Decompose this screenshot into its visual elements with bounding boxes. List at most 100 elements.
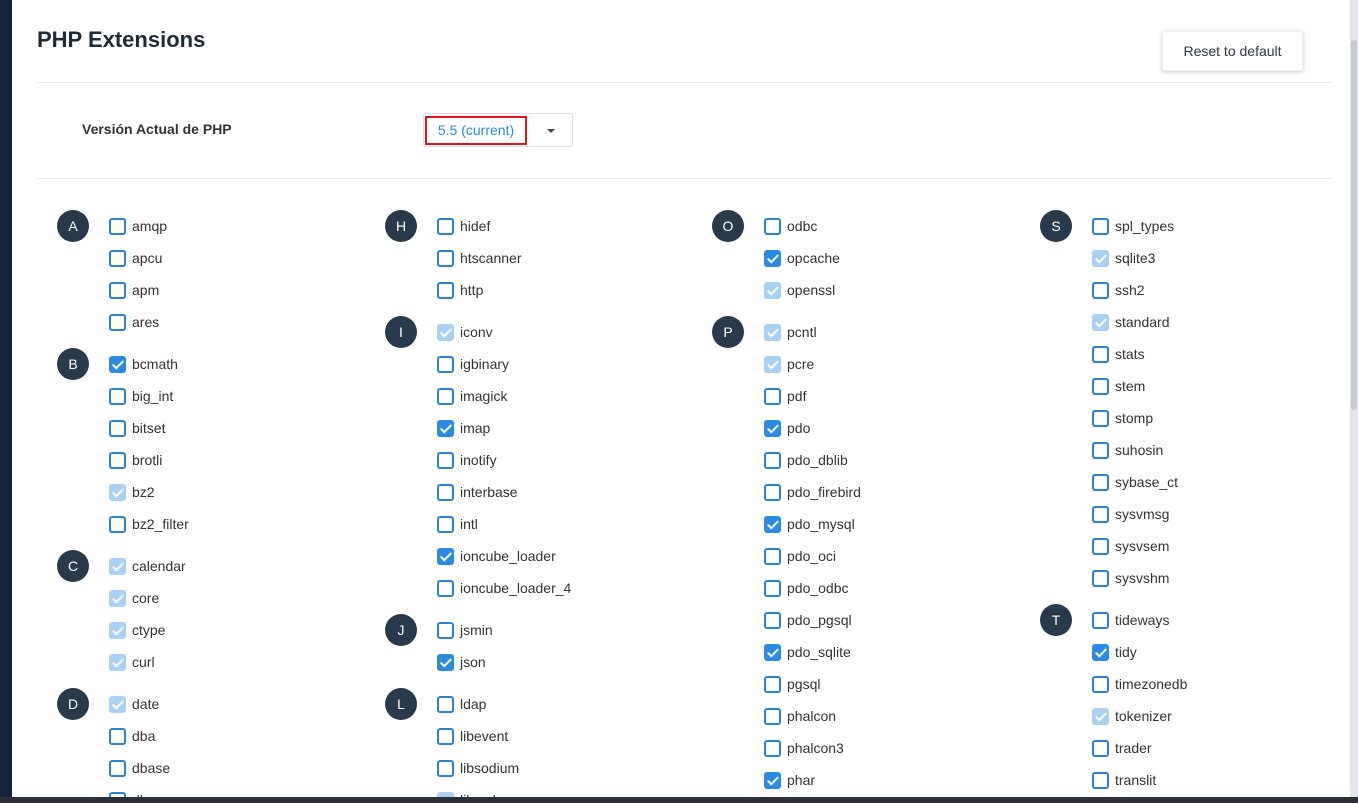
extension-igbinary[interactable]: igbinary [437, 354, 509, 374]
extension-ioncube_loader_4[interactable]: ioncube_loader_4 [437, 578, 571, 598]
extension-sysvmsg[interactable]: sysvmsg [1092, 504, 1169, 524]
extension-checkbox[interactable] [437, 515, 454, 533]
extension-checkbox[interactable] [1092, 771, 1109, 789]
extension-sqlite3[interactable]: sqlite3 [1092, 248, 1155, 268]
extension-checkbox[interactable] [109, 387, 126, 405]
extension-bitset[interactable]: bitset [109, 418, 165, 438]
extension-phar[interactable]: phar [764, 770, 815, 790]
extension-checkbox[interactable] [437, 249, 454, 267]
extension-checkbox[interactable] [437, 695, 454, 713]
extension-apcu[interactable]: apcu [109, 248, 162, 268]
scrollbar-track[interactable] [1350, 0, 1358, 803]
extension-libxml[interactable]: libxml [437, 790, 496, 797]
php-version-value[interactable]: 5.5 (current) [425, 116, 527, 145]
extension-sybase_ct[interactable]: sybase_ct [1092, 472, 1178, 492]
extension-brotli[interactable]: brotli [109, 450, 162, 470]
extension-dba[interactable]: dba [109, 726, 155, 746]
extension-checkbox[interactable] [764, 515, 781, 533]
extension-checkbox[interactable] [437, 355, 454, 373]
extension-checkbox[interactable] [1092, 345, 1109, 363]
extension-checkbox[interactable] [764, 217, 781, 235]
extension-checkbox[interactable] [764, 547, 781, 565]
extension-checkbox[interactable] [109, 313, 126, 331]
extension-ldap[interactable]: ldap [437, 694, 486, 714]
extension-pcntl[interactable]: pcntl [764, 322, 817, 342]
extension-tokenizer[interactable]: tokenizer [1092, 706, 1172, 726]
extension-phalcon3[interactable]: phalcon3 [764, 738, 844, 758]
extension-checkbox[interactable] [437, 547, 454, 565]
extension-http[interactable]: http [437, 280, 483, 300]
extension-bz2[interactable]: bz2 [109, 482, 155, 502]
extension-translit[interactable]: translit [1092, 770, 1156, 790]
extension-checkbox[interactable] [1092, 675, 1109, 693]
extension-checkbox[interactable] [764, 387, 781, 405]
extension-pgsql[interactable]: pgsql [764, 674, 820, 694]
extension-hidef[interactable]: hidef [437, 216, 490, 236]
extension-checkbox[interactable] [437, 387, 454, 405]
extension-checkbox[interactable] [1092, 441, 1109, 459]
extension-pcre[interactable]: pcre [764, 354, 814, 374]
extension-sysvshm[interactable]: sysvshm [1092, 568, 1169, 588]
extension-checkbox[interactable] [109, 759, 126, 777]
extension-checkbox[interactable] [437, 621, 454, 639]
extension-pdo_firebird[interactable]: pdo_firebird [764, 482, 861, 502]
extension-checkbox[interactable] [764, 419, 781, 437]
extension-checkbox[interactable] [764, 771, 781, 789]
extension-imagick[interactable]: imagick [437, 386, 507, 406]
extension-checkbox[interactable] [109, 249, 126, 267]
extension-checkbox[interactable] [764, 675, 781, 693]
extension-ares[interactable]: ares [109, 312, 159, 332]
extension-checkbox[interactable] [437, 451, 454, 469]
extension-trader[interactable]: trader [1092, 738, 1152, 758]
extension-imap[interactable]: imap [437, 418, 490, 438]
extension-json[interactable]: json [437, 652, 486, 672]
extension-pdo[interactable]: pdo [764, 418, 810, 438]
extension-phalcon[interactable]: phalcon [764, 706, 836, 726]
extension-checkbox[interactable] [109, 281, 126, 299]
extension-checkbox[interactable] [764, 739, 781, 757]
extension-checkbox[interactable] [437, 759, 454, 777]
extension-checkbox[interactable] [437, 483, 454, 501]
extension-interbase[interactable]: interbase [437, 482, 518, 502]
extension-stats[interactable]: stats [1092, 344, 1145, 364]
extension-checkbox[interactable] [1092, 505, 1109, 523]
extension-checkbox[interactable] [1092, 473, 1109, 491]
extension-timezonedb[interactable]: timezonedb [1092, 674, 1187, 694]
extension-checkbox[interactable] [764, 611, 781, 629]
extension-dbase[interactable]: dbase [109, 758, 170, 778]
extension-checkbox[interactable] [1092, 611, 1109, 629]
extension-date[interactable]: date [109, 694, 159, 714]
extension-libsodium[interactable]: libsodium [437, 758, 519, 778]
extension-checkbox[interactable] [764, 579, 781, 597]
extension-tideways[interactable]: tideways [1092, 610, 1169, 630]
extension-inotify[interactable]: inotify [437, 450, 497, 470]
extension-checkbox[interactable] [1092, 739, 1109, 757]
extension-bz2_filter[interactable]: bz2_filter [109, 514, 189, 534]
extension-checkbox[interactable] [109, 355, 126, 373]
extension-apm[interactable]: apm [109, 280, 159, 300]
extension-sysvsem[interactable]: sysvsem [1092, 536, 1169, 556]
extension-ioncube_loader[interactable]: ioncube_loader [437, 546, 556, 566]
extension-checkbox[interactable] [109, 419, 126, 437]
extension-intl[interactable]: intl [437, 514, 478, 534]
extension-checkbox[interactable] [109, 451, 126, 469]
extension-checkbox[interactable] [1092, 537, 1109, 555]
extension-spl_types[interactable]: spl_types [1092, 216, 1174, 236]
extension-checkbox[interactable] [109, 217, 126, 235]
extension-amqp[interactable]: amqp [109, 216, 167, 236]
extension-pdo_dblib[interactable]: pdo_dblib [764, 450, 848, 470]
extension-checkbox[interactable] [764, 249, 781, 267]
extension-checkbox[interactable] [1092, 409, 1109, 427]
extension-ssh2[interactable]: ssh2 [1092, 280, 1145, 300]
extension-iconv[interactable]: iconv [437, 322, 493, 342]
scrollbar-thumb[interactable] [1351, 40, 1357, 410]
extension-checkbox[interactable] [437, 727, 454, 745]
extension-pdo_oci[interactable]: pdo_oci [764, 546, 836, 566]
extension-libevent[interactable]: libevent [437, 726, 508, 746]
extension-calendar[interactable]: calendar [109, 556, 186, 576]
extension-suhosin[interactable]: suhosin [1092, 440, 1163, 460]
extension-jsmin[interactable]: jsmin [437, 620, 493, 640]
extension-checkbox[interactable] [1092, 377, 1109, 395]
extension-odbc[interactable]: odbc [764, 216, 817, 236]
extension-checkbox[interactable] [764, 451, 781, 469]
